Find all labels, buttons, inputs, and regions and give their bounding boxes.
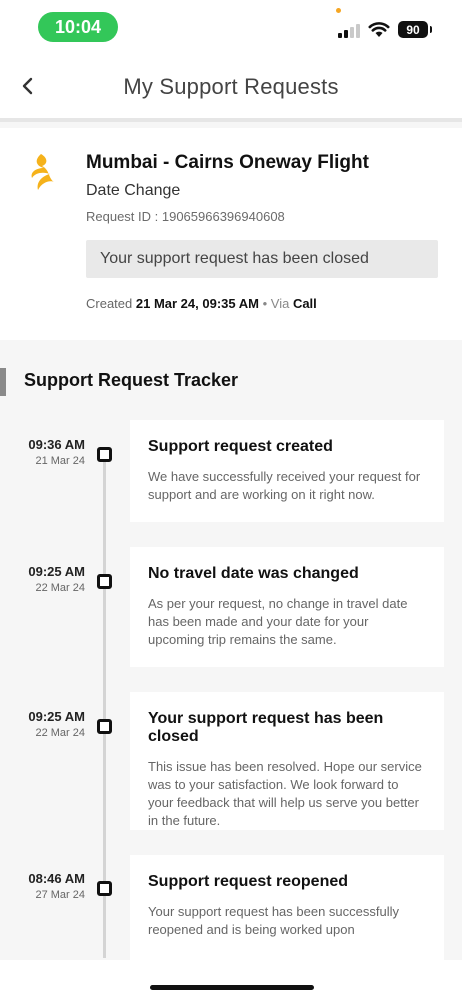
- timeline-node: [97, 447, 112, 462]
- created-info: Created 21 Mar 24, 09:35 AM • Via Call: [86, 296, 317, 311]
- event-time: 09:25 AM: [28, 564, 85, 579]
- battery-icon: 90: [398, 21, 432, 38]
- event-description: We have successfully received your reque…: [148, 469, 421, 502]
- privacy-indicator-dot: [336, 8, 341, 13]
- via-value: Call: [292, 296, 317, 311]
- event-card: Support request created We have successf…: [130, 420, 444, 522]
- tracker-heading: Support Request Tracker: [24, 370, 239, 390]
- event-description: This issue has been resolved. Hope our s…: [148, 759, 422, 828]
- status-bar: 10:04 90: [0, 0, 462, 54]
- event-title: Your support request has been closed: [148, 710, 384, 745]
- event-title: Support request created: [148, 438, 333, 455]
- request-id: Request ID : 19065966396940608: [86, 209, 285, 224]
- home-indicator[interactable]: [150, 985, 314, 990]
- event-date: 22 Mar 24: [35, 727, 85, 739]
- via-label: • Via: [262, 296, 290, 311]
- signal-icon: [338, 22, 362, 38]
- event-date: 27 Mar 24: [35, 889, 85, 901]
- event-description: Your support request has been successful…: [148, 904, 400, 937]
- timeline-node: [97, 574, 112, 589]
- event-title: Support request reopened: [148, 873, 349, 890]
- tracker-section-header: Support Request Tracker: [0, 360, 462, 400]
- request-status-box: Your support request has been closed: [86, 240, 438, 278]
- event-time: 09:25 AM: [28, 709, 85, 724]
- section-accent-bar: [0, 368, 6, 396]
- page-title: My Support Requests: [123, 74, 339, 99]
- event-time: 09:36 AM: [28, 437, 85, 452]
- created-value: 21 Mar 24, 09:35 AM: [135, 296, 259, 311]
- flight-title: Mumbai - Cairns Oneway Flight: [86, 152, 369, 173]
- bottom-safe-area: [0, 960, 462, 1000]
- status-time: 10:04: [38, 12, 118, 42]
- event-card: Your support request has been closed Thi…: [130, 692, 444, 830]
- request-card[interactable]: Mumbai - Cairns Oneway Flight Date Chang…: [0, 128, 462, 340]
- event-time: 08:46 AM: [28, 871, 85, 886]
- event-title: No travel date was changed: [148, 565, 359, 582]
- event-card: Support request reopened Your support re…: [130, 855, 444, 960]
- timeline-node: [97, 881, 112, 896]
- request-type: Date Change: [86, 182, 181, 199]
- event-description: As per your request, no change in travel…: [148, 596, 408, 647]
- event-date: 22 Mar 24: [35, 582, 85, 594]
- created-label: Created: [86, 296, 133, 311]
- wifi-icon: [368, 20, 390, 38]
- event-date: 21 Mar 24: [35, 455, 85, 467]
- airline-logo-icon: [24, 152, 58, 192]
- timeline-node: [97, 719, 112, 734]
- app-header: My Support Requests: [0, 54, 462, 122]
- event-card: No travel date was changed As per your r…: [130, 547, 444, 667]
